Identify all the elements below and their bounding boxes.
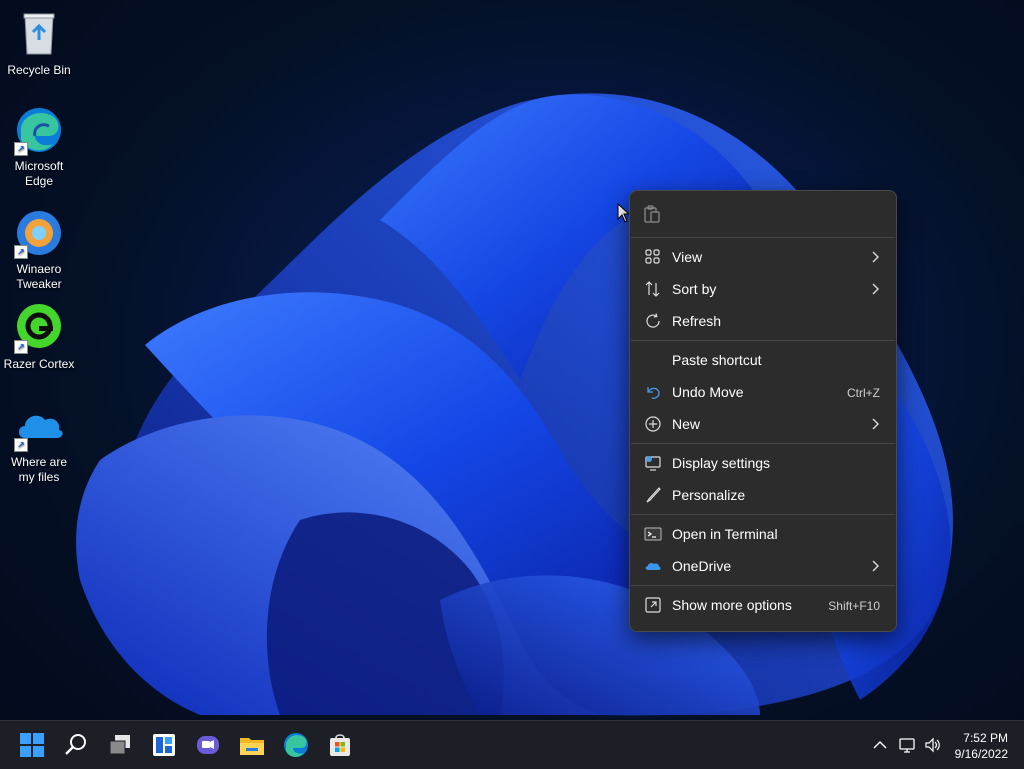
desktop-icon-label: Recycle Bin: [7, 63, 71, 77]
chevron-right-icon: [872, 560, 879, 572]
search-button[interactable]: [60, 729, 92, 761]
chat-icon: [197, 736, 219, 754]
menu-item-label: Refresh: [672, 313, 722, 329]
menu-item-refresh[interactable]: Refresh: [630, 305, 896, 337]
menu-item-label: Open in Terminal: [672, 526, 778, 542]
menu-item-label: New: [672, 416, 701, 432]
display-icon: [645, 456, 661, 471]
new-icon: [645, 416, 661, 432]
desktop-icon-label: Where are my files: [10, 455, 68, 484]
desktop-icon-label: Razer Cortex: [3, 357, 75, 371]
store-button[interactable]: [324, 729, 356, 761]
menu-item-label: OneDrive: [672, 558, 732, 574]
expand-icon: [645, 597, 661, 613]
desktop-icon-where-are-my-files[interactable]: ↗ Where are my files: [2, 400, 76, 485]
desktop-icon-recycle-bin[interactable]: Recycle Bin: [2, 8, 76, 78]
onedrive-cloud-icon: ↗: [13, 400, 65, 452]
menu-item-label: Personalize: [672, 487, 746, 503]
desktop-icon-label: Winaero Tweaker: [16, 262, 62, 291]
shortcut-arrow-icon: ↗: [14, 438, 28, 452]
network-icon[interactable]: [898, 736, 916, 754]
menu-item-onedrive[interactable]: OneDrive: [630, 550, 896, 582]
taskbar: 7:52 PM 9/16/2022: [0, 720, 1024, 769]
desktop-icon-label: Microsoft Edge: [14, 159, 64, 188]
menu-item-label: Sort by: [672, 281, 717, 297]
chevron-right-icon: [872, 283, 879, 295]
task-view-icon: [109, 735, 130, 755]
menu-item-label: View: [672, 249, 703, 265]
desktop-icon-microsoft-edge[interactable]: ↗ Microsoft Edge: [2, 104, 76, 189]
menu-item-display-settings[interactable]: Display settings: [630, 447, 896, 479]
sort-icon: [645, 281, 660, 297]
desktop-icon-razer-cortex[interactable]: ↗ Razer Cortex: [2, 302, 76, 372]
clock[interactable]: 7:52 PM 9/16/2022: [955, 730, 1008, 762]
menu-item-label: Display settings: [672, 455, 771, 471]
menu-item-new[interactable]: New: [630, 408, 896, 440]
refresh-icon: [646, 313, 660, 328]
menu-item-sort-by[interactable]: Sort by: [630, 273, 896, 305]
store-icon: [330, 734, 350, 756]
widgets-button[interactable]: [148, 729, 180, 761]
desktop-icon-winaero-tweaker[interactable]: ↗ Winaero Tweaker: [2, 207, 76, 292]
volume-icon[interactable]: [924, 736, 942, 754]
paste-icon: [644, 205, 660, 223]
shortcut-arrow-icon: ↗: [14, 340, 28, 354]
paste-button[interactable]: [642, 204, 662, 224]
clock-date: 9/16/2022: [954, 747, 1008, 761]
start-button[interactable]: [16, 729, 48, 761]
context-menu-command-bar: [630, 191, 896, 237]
search-icon: [65, 734, 86, 755]
menu-item-personalize[interactable]: Personalize: [630, 479, 896, 511]
shortcut-arrow-icon: ↗: [14, 245, 28, 259]
widgets-icon: [153, 734, 175, 756]
menu-item-open-in-terminal[interactable]: Open in Terminal: [630, 518, 896, 550]
start-icon: [20, 733, 44, 757]
menu-item-label: Show more options: [672, 597, 792, 613]
edge-icon: [284, 733, 308, 757]
shortcut-arrow-icon: ↗: [14, 142, 28, 156]
file-explorer-icon: [240, 738, 264, 755]
task-view-button[interactable]: [104, 729, 136, 761]
file-explorer-button[interactable]: [236, 729, 268, 761]
chat-button[interactable]: [192, 729, 224, 761]
clock-time: 7:52 PM: [963, 731, 1008, 745]
chevron-up-icon[interactable]: [872, 738, 888, 752]
chevron-right-icon: [872, 418, 879, 430]
chevron-right-icon: [872, 251, 879, 263]
edge-button[interactable]: [280, 729, 312, 761]
recycle-bin-icon: [13, 8, 65, 60]
winaero-tweaker-icon: ↗: [13, 207, 65, 259]
terminal-icon: [644, 527, 662, 541]
menu-item-paste-shortcut[interactable]: Paste shortcut: [630, 344, 896, 376]
edge-icon: ↗: [13, 104, 65, 156]
brush-icon: [646, 487, 661, 503]
shortcut-key-label: Ctrl+Z: [847, 386, 880, 400]
cloud-icon: [645, 562, 661, 570]
menu-item-view[interactable]: View: [630, 241, 896, 273]
razer-cortex-icon: ↗: [13, 302, 65, 354]
menu-item-label: Paste shortcut: [672, 352, 762, 368]
grid-icon: [645, 249, 660, 264]
menu-item-show-more-options[interactable]: Show more options Shift+F10: [630, 589, 896, 621]
shortcut-key-label: Shift+F10: [828, 599, 880, 613]
menu-item-label: Undo Move: [672, 384, 744, 400]
menu-item-undo-move[interactable]: Undo Move Ctrl+Z: [630, 376, 896, 408]
undo-icon: [647, 387, 660, 399]
desktop-context-menu: View Sort by Refresh Paste shortcut Undo…: [629, 190, 897, 632]
